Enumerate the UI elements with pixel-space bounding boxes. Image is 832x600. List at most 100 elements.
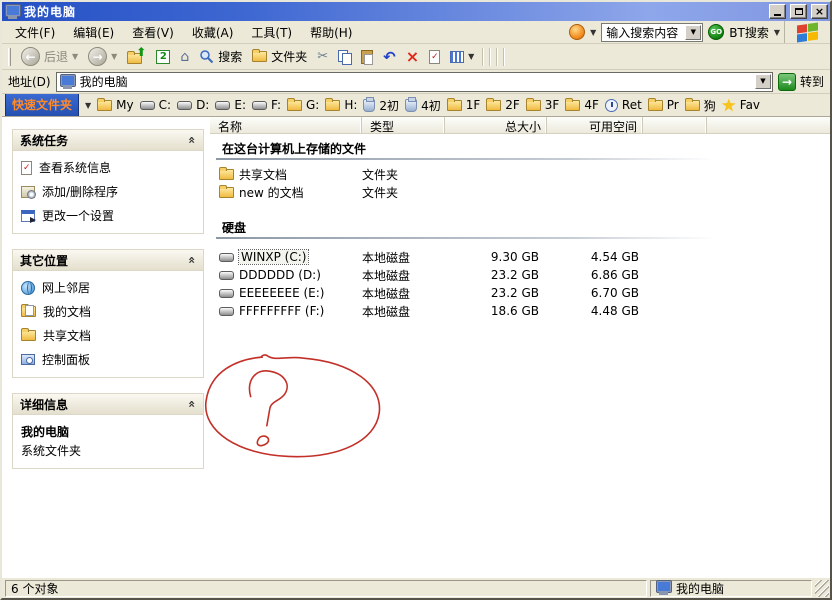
change-setting-icon [21,209,36,223]
search-input-value[interactable]: 输入搜索内容 [602,24,685,41]
quick-item-4chu[interactable]: 4初 [405,96,441,114]
drive-name[interactable]: DDDDDD (D:) [239,268,321,282]
delete-button[interactable]: × [404,46,421,66]
views-button[interactable]: ▼ [448,50,476,64]
panel-title: 详细信息 [20,397,69,412]
quick-folders-button[interactable]: 快速文件夹 [5,94,80,116]
task-add-remove-programs[interactable]: 添加/删除程序 [21,183,199,200]
address-dropdown-button[interactable]: ▼ [754,74,771,89]
menu-view[interactable]: 查看(V) [123,21,183,44]
cut-button[interactable]: ✂ [315,48,330,65]
folders-button[interactable]: 文件夹 [250,47,309,66]
drive-name[interactable]: EEEEEEEE (E:) [239,286,324,300]
undo-button[interactable]: ↶ [381,49,398,65]
drive-row-e[interactable]: EEEEEEEE (E:) 本地磁盘 23.2 GB 6.70 GB [210,284,830,302]
quick-item-fav[interactable]: Fav [721,98,760,112]
up-button[interactable]: ⬆ [125,45,148,65]
chevron-down-icon[interactable]: ▼ [774,28,780,37]
menu-tools[interactable]: 工具(T) [242,21,301,44]
go-button[interactable]: → 转到 [777,72,826,91]
drive-row-c[interactable]: WINXP (C:) 本地磁盘 9.30 GB 4.54 GB [210,248,830,266]
quick-item-2chu[interactable]: 2初 [363,96,399,114]
chevron-down-icon[interactable]: ▼ [111,52,117,61]
quick-item-e[interactable]: E: [215,98,246,112]
address-value[interactable]: 我的电脑 [80,73,750,90]
quick-item-3f[interactable]: 3F [525,97,559,112]
disk-icon [219,288,234,298]
column-header-type[interactable]: 类型 [362,117,445,134]
toolbar-grip[interactable] [8,47,11,66]
back-button[interactable]: ← 后退 ▼ [19,46,80,67]
clock-icon [604,98,618,112]
close-button[interactable]: × [811,4,828,19]
plugin-2-button[interactable]: 2 [154,49,172,65]
quick-item-g[interactable]: G: [287,97,319,112]
place-shared-documents[interactable]: 共享文档 [21,327,199,344]
minimize-button[interactable] [769,4,786,19]
forward-button[interactable]: → ▼ [86,46,119,67]
drives-group-title: 硬盘 [222,221,247,235]
task-change-setting[interactable]: 更改一个设置 [21,207,199,224]
menu-help[interactable]: 帮助(H) [301,21,361,44]
file-row-new-docs[interactable]: new 的文档 文件夹 [210,183,830,201]
drive-name[interactable]: FFFFFFFFF (F:) [239,304,324,318]
file-row-shared-docs[interactable]: 共享文档 文件夹 [210,165,830,183]
menu-file[interactable]: 文件(F) [6,21,64,44]
home-button[interactable]: ⌂ [178,49,191,65]
place-my-documents[interactable]: 我的文档 [21,303,199,320]
quick-item-my[interactable]: My [97,97,134,112]
place-control-panel[interactable]: 控制面板 [21,351,199,368]
collapse-chevron-icon[interactable]: « [185,256,199,264]
quick-item-d[interactable]: D: [177,98,209,112]
drive-row-f[interactable]: FFFFFFFFF (F:) 本地磁盘 18.6 GB 4.48 GB [210,302,830,320]
quick-item-c[interactable]: C: [139,98,171,112]
system-tasks-header[interactable]: 系统任务 « [13,130,203,151]
column-header-free[interactable]: 可用空间 [547,117,643,134]
collapse-chevron-icon[interactable]: « [185,400,199,408]
search-engine-icon[interactable] [569,24,586,40]
search-dropdown-button[interactable]: ▼ [685,24,702,40]
maximize-button[interactable] [790,4,807,19]
quick-item-f[interactable]: F: [251,98,281,112]
collapse-chevron-icon[interactable]: « [185,136,199,144]
bt-search-label[interactable]: BT搜索 [729,24,769,41]
details-panel: 详细信息 « 我的电脑 系统文件夹 [12,393,204,469]
checkmark-doc-button[interactable] [427,49,442,65]
copy-button[interactable] [336,49,353,65]
cut-icon: ✂ [317,49,329,64]
other-places-header[interactable]: 其它位置 « [13,250,203,271]
star-icon [721,98,736,112]
title-bar[interactable]: 我的电脑 × [2,2,830,21]
quick-item-4f[interactable]: 4F [565,97,599,112]
quick-item-ret[interactable]: Ret [604,98,642,112]
chevron-down-icon[interactable]: ▼ [85,101,91,110]
delete-icon: × [405,46,420,66]
address-combo[interactable]: 我的电脑 ▼ [55,71,773,92]
place-network[interactable]: 网上邻居 [21,279,199,296]
quick-item-1f[interactable]: 1F [446,97,480,112]
paste-button[interactable] [359,49,375,65]
quick-item-dog[interactable]: 狗 [684,97,716,114]
details-header[interactable]: 详细信息 « [13,394,203,415]
resize-grip[interactable] [815,579,829,597]
drive-row-d[interactable]: DDDDDD (D:) 本地磁盘 23.2 GB 6.86 GB [210,266,830,284]
column-header-name[interactable]: 名称 [210,117,362,134]
column-header-size[interactable]: 总大小 [445,117,547,134]
go-search-icon[interactable]: GO [708,24,725,40]
quick-item-pr[interactable]: Pr [647,97,679,112]
chevron-down-icon[interactable]: ▼ [468,52,474,61]
search-input[interactable]: 输入搜索内容 ▼ [601,22,704,42]
quick-item-2f[interactable]: 2F [486,97,520,112]
menu-favorites[interactable]: 收藏(A) [183,21,243,44]
window-title: 我的电脑 [24,5,77,19]
drive-name[interactable]: WINXP (C:) [237,249,310,265]
views-icon [450,50,465,63]
chevron-down-icon[interactable]: ▼ [72,52,78,61]
task-view-system-info[interactable]: 查看系统信息 [21,159,199,176]
menu-edit[interactable]: 编辑(E) [64,21,123,44]
chevron-down-icon[interactable]: ▼ [590,28,596,37]
folder-icon [525,97,541,111]
back-icon: ← [21,47,40,66]
search-button[interactable]: 搜索 [197,47,244,66]
quick-item-h[interactable]: H: [325,97,357,112]
